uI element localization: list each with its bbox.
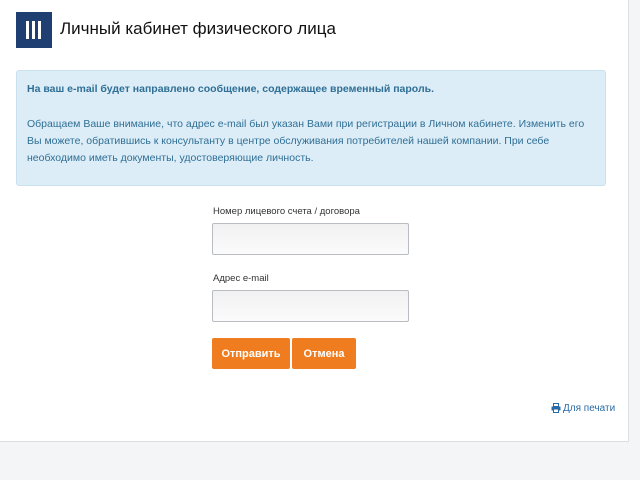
cancel-button[interactable]: Отмена [292,338,356,369]
page-panel: Личный кабинет физического лица На ваш e… [0,0,629,442]
info-lead-text: На ваш e-mail будет направлено сообщение… [27,83,434,95]
account-number-input[interactable] [212,223,409,255]
logo-bar [32,21,35,39]
logo-bar [26,21,29,39]
email-input[interactable] [212,290,409,322]
info-body-text: Обращаем Ваше внимание, что адрес e-mail… [27,118,585,164]
logo-bar [38,21,41,39]
print-link-label: Для печати [563,403,616,414]
submit-button[interactable]: Отправить [212,338,290,369]
page-title: Личный кабинет физического лица [60,19,336,38]
account-number-label: Номер лицевого счета / договора [213,206,360,217]
logo [16,12,52,48]
print-icon [551,403,561,416]
info-alert: На ваш e-mail будет направлено сообщение… [16,70,606,186]
email-label: Адрес e-mail [213,273,269,284]
print-link[interactable]: Для печати [551,403,615,416]
